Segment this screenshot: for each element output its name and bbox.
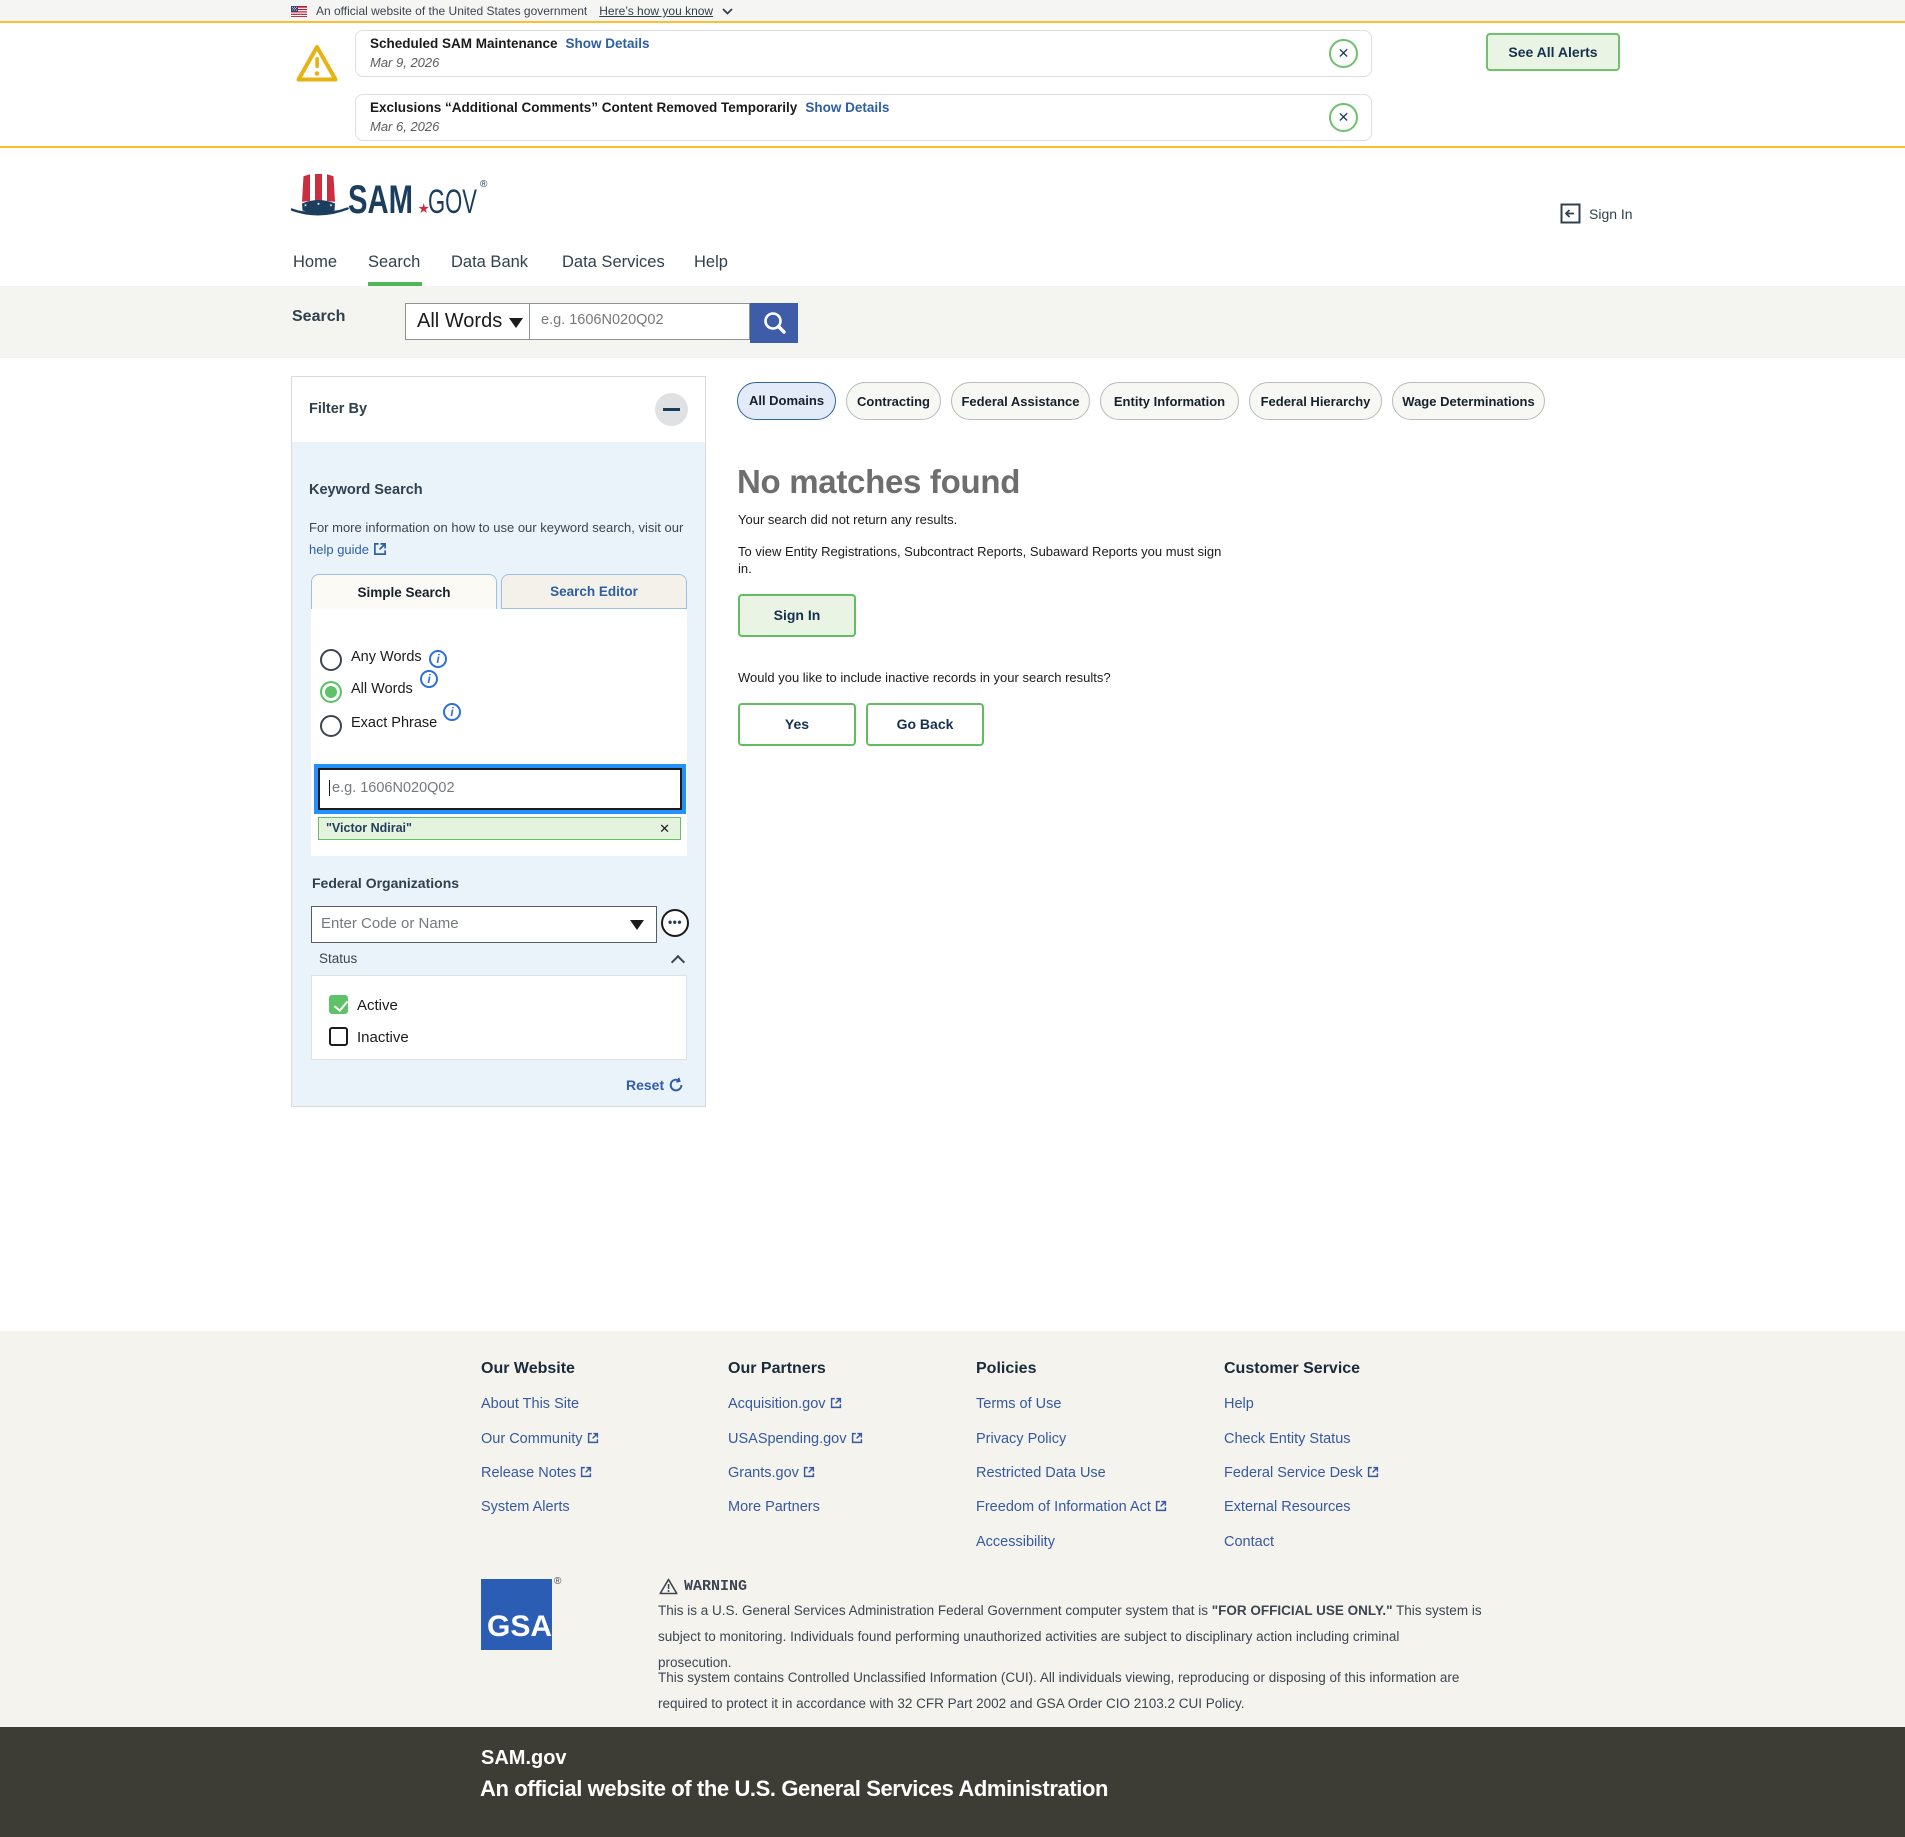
svg-text:SAM: SAM — [348, 178, 413, 218]
svg-text:GOV: GOV — [428, 183, 477, 218]
svg-text:®: ® — [480, 179, 488, 190]
